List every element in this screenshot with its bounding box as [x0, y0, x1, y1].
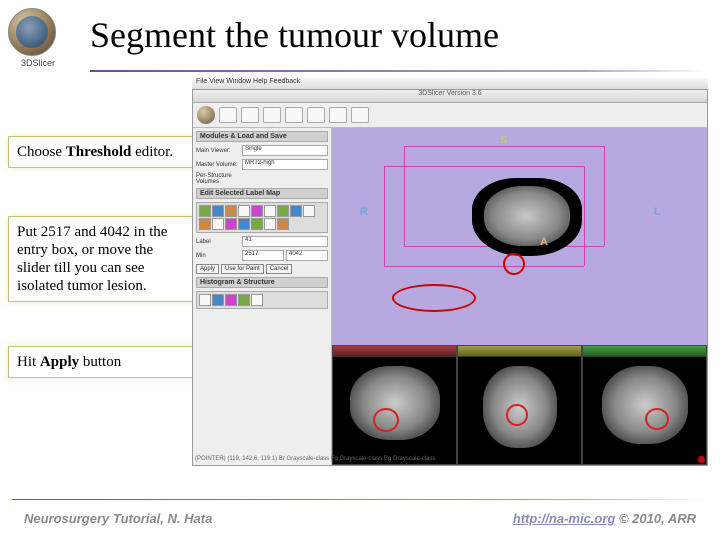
- use-for-paint-button[interactable]: Use for Paint: [221, 264, 264, 274]
- editor-tool-grid: [196, 202, 328, 233]
- editor-tool-icon[interactable]: [251, 218, 263, 230]
- label-lbl: Label: [196, 239, 240, 245]
- instr3-a: Hit: [17, 354, 40, 370]
- title-underline: [90, 70, 708, 72]
- instr3-c: button: [79, 354, 121, 370]
- threshold-min-field[interactable]: 2517: [242, 250, 284, 261]
- instruction-step-2: Put 2517 and 4042 in the entry box, or m…: [8, 216, 198, 302]
- status-dot-icon: [698, 456, 705, 463]
- toolbar-button[interactable]: [285, 107, 303, 123]
- slicer-logo: 3DSlicer: [8, 8, 68, 68]
- status-text: (POINTER) (119, 142.6, 119.1) Br Graysca…: [195, 456, 436, 463]
- main-viewer-field[interactable]: Single: [242, 145, 328, 156]
- editor-tool-icon[interactable]: [277, 205, 289, 217]
- min-lbl: Min: [196, 253, 240, 259]
- coronal-view[interactable]: [582, 345, 707, 465]
- footer-right: http://na-mic.org © 2010, ARR: [513, 511, 696, 526]
- apply-button[interactable]: Apply: [196, 264, 219, 274]
- instr1-a: Choose: [17, 144, 66, 160]
- cancel-button[interactable]: Cancel: [266, 264, 293, 274]
- sagittal-slider[interactable]: [458, 346, 581, 357]
- editor-tool-icon[interactable]: [225, 205, 237, 217]
- left-panel: Modules & Load and Save Main Viewer: Sin…: [193, 128, 332, 465]
- instr3-b: Apply: [40, 354, 79, 370]
- status-bar: (POINTER) (119, 142.6, 119.1) Br Graysca…: [195, 456, 705, 463]
- lesion-outline-icon: [373, 408, 399, 432]
- merge-label: Per-Structure Volumes: [196, 173, 240, 185]
- brain-slice-icon: [472, 178, 582, 256]
- master-volume-field[interactable]: MRT2-high: [242, 159, 328, 170]
- toolbar-button[interactable]: [307, 107, 325, 123]
- logo-text: 3DSlicer: [8, 58, 68, 68]
- axis-label-a: A: [540, 236, 548, 248]
- color-swatch[interactable]: [212, 294, 224, 306]
- instr1-b: Threshold: [66, 144, 132, 160]
- footer-rule: [12, 499, 708, 500]
- color-swatch[interactable]: [225, 294, 237, 306]
- footer-left: Neurosurgery Tutorial, N. Hata: [24, 511, 212, 526]
- editor-tool-icon[interactable]: [264, 218, 276, 230]
- toolbar-button[interactable]: [241, 107, 259, 123]
- axis-label-r: R: [360, 206, 368, 218]
- editor-tool-icon[interactable]: [225, 218, 237, 230]
- slide-title: Segment the tumour volume: [90, 14, 499, 56]
- screenshot-region: File View Window Help Feedback 3DSlicer …: [192, 78, 708, 466]
- histogram-swatches: [196, 291, 328, 309]
- instruction-step-1: Choose Threshold editor.: [8, 136, 198, 168]
- editor-tool-icon[interactable]: [264, 205, 276, 217]
- toolbar-button[interactable]: [219, 107, 237, 123]
- footer-copyright: © 2010, ARR: [615, 511, 696, 526]
- threshold-tool-icon[interactable]: [199, 218, 211, 230]
- viewer-pane: S R L A: [332, 128, 707, 465]
- sagittal-view[interactable]: [457, 345, 582, 465]
- editor-tool-icon[interactable]: [238, 205, 250, 217]
- color-swatch[interactable]: [238, 294, 250, 306]
- threshold-max-field[interactable]: 4042: [286, 250, 328, 261]
- axis-label-l: L: [654, 206, 661, 218]
- edit-header: Edit Selected Label Map: [196, 188, 328, 199]
- editor-tool-icon[interactable]: [303, 205, 315, 217]
- editor-tool-icon[interactable]: [290, 205, 302, 217]
- main-viewer-label: Main Viewer:: [196, 148, 240, 154]
- label-value-field[interactable]: 41: [242, 236, 328, 247]
- color-swatch[interactable]: [251, 294, 263, 306]
- editor-tool-icon[interactable]: [199, 205, 211, 217]
- instruction-step-3: Hit Apply button: [8, 346, 198, 378]
- app-toolbar: [193, 103, 707, 128]
- editor-tool-icon[interactable]: [212, 205, 224, 217]
- window-titlebar: 3DSlicer Version 3.6: [193, 90, 707, 103]
- toolbar-logo-icon: [197, 106, 215, 124]
- toolbar-button[interactable]: [329, 107, 347, 123]
- footer-link[interactable]: http://na-mic.org: [513, 511, 616, 526]
- editor-tool-icon[interactable]: [277, 218, 289, 230]
- axis-label-s: S: [500, 134, 507, 146]
- axial-slider[interactable]: [333, 346, 456, 357]
- editor-tool-icon[interactable]: [212, 218, 224, 230]
- slicer-window: 3DSlicer Version 3.6 Modules & Load and …: [192, 89, 708, 466]
- logo-sphere-icon: [8, 8, 56, 56]
- panel-header: Modules & Load and Save: [196, 131, 328, 142]
- editor-tool-icon[interactable]: [251, 205, 263, 217]
- toolbar-button[interactable]: [263, 107, 281, 123]
- toolbar-button[interactable]: [351, 107, 369, 123]
- instr1-c: editor.: [131, 144, 173, 160]
- ortho-views-row: [332, 345, 707, 465]
- lesion-outline-icon: [645, 408, 669, 430]
- color-swatch[interactable]: [199, 294, 211, 306]
- 3d-view[interactable]: S R L A: [332, 128, 707, 345]
- bounding-cube: [384, 146, 624, 286]
- histogram-header: Histogram & Structure: [196, 277, 328, 288]
- lesion-outline-icon: [506, 404, 528, 426]
- editor-tool-icon[interactable]: [238, 218, 250, 230]
- coronal-slider[interactable]: [583, 346, 706, 357]
- axial-view[interactable]: [332, 345, 457, 465]
- master-volume-label: Master Volume:: [196, 162, 240, 168]
- brain-coronal-icon: [602, 366, 688, 444]
